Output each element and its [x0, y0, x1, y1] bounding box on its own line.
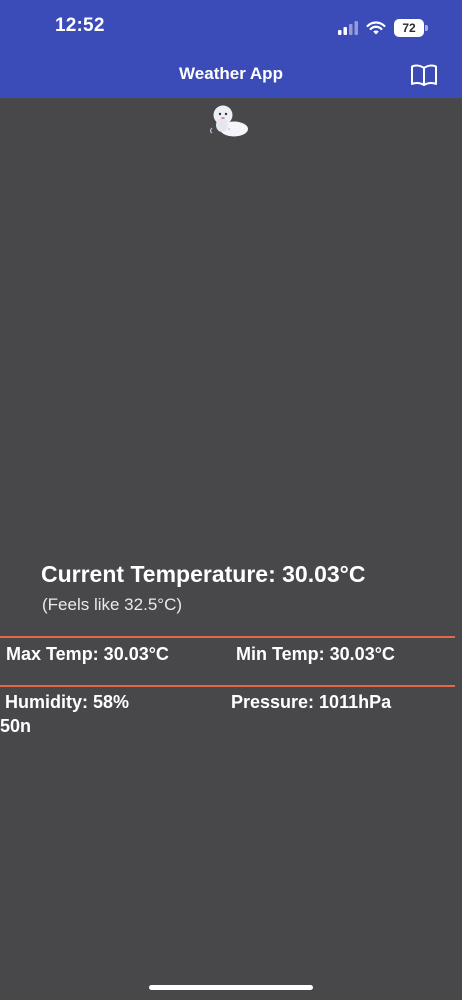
current-temperature: Current Temperature: 30.03°C: [41, 561, 366, 587]
status-bar: 12:52 72: [0, 0, 462, 52]
max-temperature: Max Temp: 30.03°C: [6, 644, 169, 664]
battery-level: 72: [394, 19, 424, 37]
pressure: Pressure: 1011hPa: [231, 692, 392, 712]
app-header: 12:52 72 Weather App: [0, 0, 462, 98]
status-icons: 72: [338, 17, 428, 39]
cellular-signal-icon: [338, 21, 358, 35]
battery-tip: [425, 25, 428, 31]
home-indicator[interactable]: [149, 985, 313, 990]
status-time: 12:52: [55, 15, 105, 36]
wifi-icon: [366, 21, 386, 35]
min-temperature: Min Temp: 30.03°C: [236, 644, 395, 664]
cloud-weather-icon: [209, 105, 248, 137]
truncated-stat-text: 50n: [0, 716, 32, 736]
divider: [0, 636, 455, 638]
humidity: Humidity: 58%: [5, 692, 130, 712]
page-title: Weather App: [179, 64, 283, 83]
battery-icon: 72: [394, 19, 428, 37]
feels-like-temperature: (Feels like 32.5°C): [42, 595, 183, 614]
book-icon[interactable]: [410, 63, 438, 87]
divider: [0, 685, 455, 687]
